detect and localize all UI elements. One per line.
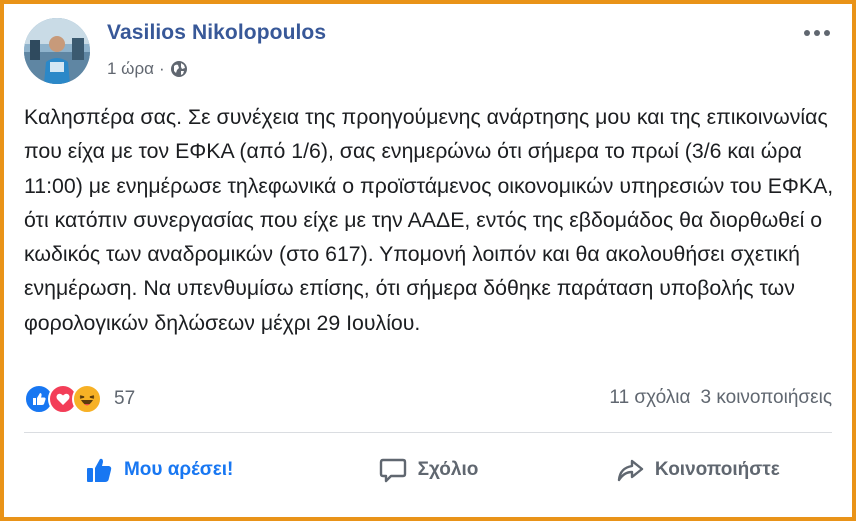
post-time[interactable]: 1 ώρα [107,59,154,79]
thumbs-up-icon [84,455,114,485]
like-label: Μου αρέσει! [123,459,234,480]
haha-icon [72,384,102,414]
avatar-image [24,18,90,84]
avatar[interactable] [24,18,90,84]
post-text: Καλησπέρα σας. Σε συνέχεια της προηγούμε… [24,105,834,335]
post-meta: 1 ώρα · [107,59,188,79]
comment-icon [378,455,408,485]
comments-count[interactable]: 11 σχόλια [609,387,690,409]
like-button[interactable]: Μου αρέσει! [24,442,293,498]
post-card: Vasilios Nikolopoulos 1 ώρα · Καλησπέρα … [0,0,856,521]
divider [24,432,832,433]
reactions-summary[interactable]: 57 [24,382,135,416]
action-bar: Μου αρέσει! Σχόλιο Κοινοποιήστε [24,442,832,498]
globe-icon[interactable] [170,60,188,78]
author-name[interactable]: Vasilios Nikolopoulos [107,21,326,45]
shares-count[interactable]: 3 κοινοποιήσεις [701,387,832,409]
meta-separator: · [158,59,165,78]
reaction-icons [24,384,102,414]
comment-label: Σχόλιο [417,459,479,480]
post-stats: 11 σχόλια 3 κοινοποιήσεις [609,387,832,409]
reaction-count: 57 [114,388,136,409]
comment-button[interactable]: Σχόλιο [293,442,562,498]
more-options-icon[interactable] [804,28,836,38]
share-button[interactable]: Κοινοποιήστε [563,442,832,498]
share-icon [615,455,645,485]
share-label: Κοινοποιήστε [654,459,780,480]
